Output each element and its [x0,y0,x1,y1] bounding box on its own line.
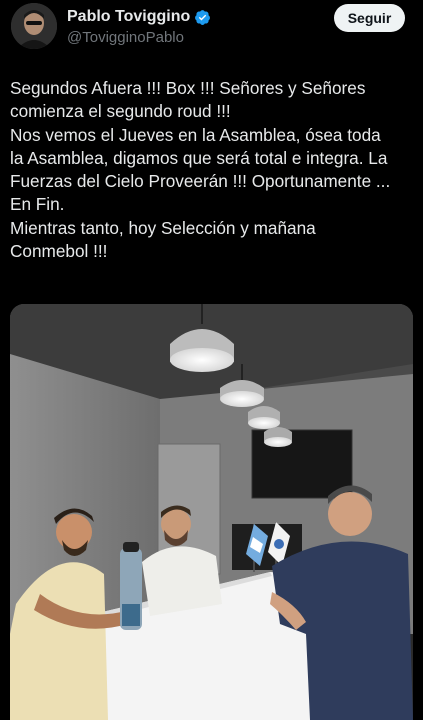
tweet-line: Mientras tanto, hoy Selección y mañana [10,217,316,238]
tweet-line: la Asamblea, digamos que será total e in… [10,147,388,168]
tweet-header: Pablo Toviggino @TovigginoPablo Seguir [0,0,423,60]
author-name[interactable]: Pablo Toviggino [67,8,190,26]
verified-badge-icon [194,9,211,26]
tweet-photo[interactable] [10,304,413,720]
tweet-line: Conmebol !!! [10,241,108,262]
tweet-text: Segundos Afuera !!! Box !!! Señores y Se… [10,77,415,263]
author-handle[interactable]: @TovigginoPablo [67,29,184,46]
tweet-line: comienza el segundo roud !!! [10,101,231,122]
tweet-line: Fuerzas del Cielo Proveerán !!! Oportuna… [10,171,391,192]
bottle-icon [120,542,142,630]
tweet-line: Nos vemos el Jueves en la Asamblea, ósea… [10,124,381,145]
ceiling-lamp-icon [264,427,292,447]
avatar[interactable] [11,3,57,49]
tweet-line: Segundos Afuera !!! Box !!! Señores y Se… [10,78,366,98]
follow-button[interactable]: Seguir [334,4,405,32]
tweet-line: En Fin. [10,194,65,215]
author-name-row: Pablo Toviggino [67,8,211,26]
ceiling-lamp-icon [248,406,280,429]
